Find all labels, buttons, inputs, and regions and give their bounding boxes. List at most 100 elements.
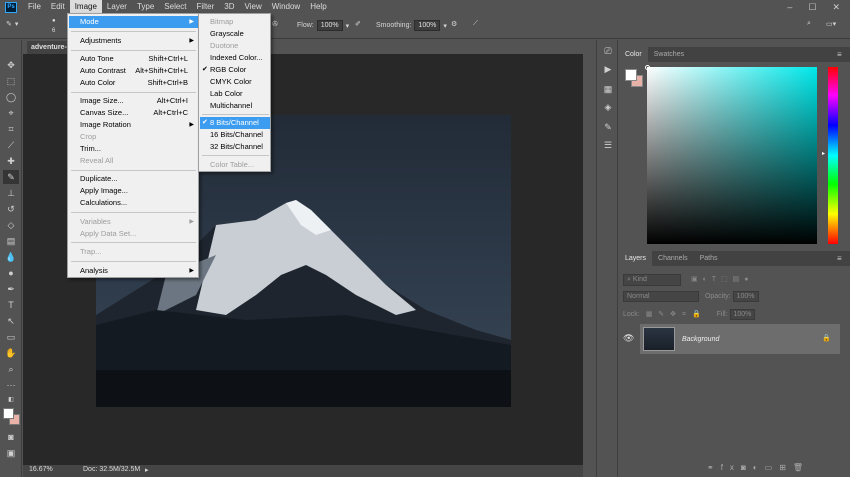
submenu-item-bitmap[interactable]: Bitmap	[200, 16, 270, 28]
zoom-level[interactable]: 16.67%	[29, 466, 53, 473]
adjustment-layer-icon[interactable]: ◐	[753, 463, 765, 472]
submenu-item-duotone[interactable]: Duotone	[200, 40, 270, 52]
brush-preset-picker[interactable]: ✎ ▾	[6, 20, 18, 28]
hue-slider-arrow[interactable]: ▸	[822, 150, 825, 157]
move-tool-icon[interactable]: ✥	[3, 58, 19, 72]
tab-swatches[interactable]: Swatches	[648, 47, 690, 62]
workspace-icon[interactable]: ▭▾	[826, 20, 836, 28]
menu-item-auto-color[interactable]: Auto Color Shift+Ctrl+B	[69, 77, 198, 89]
menu-item-crop[interactable]: Crop	[69, 131, 198, 143]
pen-tool-icon[interactable]: ✒	[3, 282, 19, 296]
path-select-tool-icon[interactable]: ↖	[3, 314, 19, 328]
chevron-down-icon[interactable]: ▾	[346, 22, 350, 30]
trash-icon[interactable]: 🗑	[793, 463, 810, 472]
layer-name[interactable]: Background	[682, 336, 719, 343]
smoothing-input[interactable]: 100%	[414, 20, 441, 31]
menu-item-trim[interactable]: Trim...	[69, 143, 198, 155]
submenu-item-cmyk-color[interactable]: CMYK Color	[200, 76, 270, 88]
menu-view[interactable]: View	[240, 0, 267, 14]
menu-item-apply-data-set[interactable]: Apply Data Set...	[69, 228, 198, 240]
lock-icons[interactable]: ▦✎✥⌗🔒	[646, 311, 707, 318]
menu-layer[interactable]: Layer	[102, 0, 132, 14]
chevron-right-icon[interactable]: ▸	[145, 466, 149, 474]
mask-icon[interactable]: ◙	[741, 463, 753, 472]
tab-paths[interactable]: Paths	[694, 251, 724, 266]
more-tools-icon[interactable]: ···	[3, 378, 19, 392]
chevron-down-icon[interactable]: ▾	[443, 22, 447, 30]
panel-foreground-swatch[interactable]	[625, 69, 637, 81]
submenu-item-rgb-color[interactable]: ✔ RGB Color	[200, 64, 270, 76]
fx-icon[interactable]: fx	[721, 463, 741, 472]
menu-type[interactable]: Type	[132, 0, 159, 14]
menu-item-image-rotation[interactable]: Image Rotation ▶	[69, 119, 198, 131]
maximize-button[interactable]: ☐	[808, 2, 816, 13]
menu-select[interactable]: Select	[159, 0, 191, 14]
crop-tool-icon[interactable]: ⌗	[3, 122, 19, 136]
eyedropper-tool-icon[interactable]: ⟋	[3, 138, 19, 152]
submenu-item-lab-color[interactable]: Lab Color	[200, 88, 270, 100]
menu-item-mode[interactable]: Mode ▶	[69, 16, 198, 28]
quick-mask-icon[interactable]: ◙	[3, 430, 19, 444]
menu-edit[interactable]: Edit	[46, 0, 70, 14]
layer-actions-bar[interactable]: ⚭fx◙◐▭⊞🗑	[707, 463, 810, 472]
properties-icon[interactable]: ▦	[601, 84, 615, 98]
menu-item-duplicate[interactable]: Duplicate...	[69, 173, 198, 185]
opacity-input[interactable]: 100%	[732, 291, 759, 302]
libraries-icon[interactable]: ◈	[601, 102, 615, 116]
tab-channels[interactable]: Channels	[652, 251, 694, 266]
link-icon[interactable]: ⚭	[707, 463, 721, 472]
default-colors-icon[interactable]: ◧	[3, 392, 19, 406]
foreground-color-swatch[interactable]	[3, 408, 14, 419]
gradient-tool-icon[interactable]: ▤	[3, 234, 19, 248]
brush-settings-icon[interactable]: ✎	[601, 122, 615, 136]
submenu-item-16-bits[interactable]: 16 Bits/Channel	[200, 129, 270, 141]
panel-menu-icon[interactable]: ≡	[837, 50, 842, 59]
play-actions-icon[interactable]: ▶	[601, 64, 615, 78]
submenu-item-indexed-color[interactable]: Indexed Color...	[200, 52, 270, 64]
menu-item-auto-tone[interactable]: Auto Tone Shift+Ctrl+L	[69, 53, 198, 65]
document-tab[interactable]: adventure-	[27, 41, 72, 54]
group-icon[interactable]: ▭	[765, 463, 780, 472]
airbrush-icon[interactable]: ✐	[355, 20, 361, 28]
blur-tool-icon[interactable]: 💧	[3, 250, 19, 264]
menu-window[interactable]: Window	[267, 0, 305, 14]
submenu-item-color-table[interactable]: Color Table...	[200, 159, 270, 171]
dodge-tool-icon[interactable]: ●	[3, 266, 19, 280]
menu-item-trap[interactable]: Trap...	[69, 246, 198, 258]
close-button[interactable]: ✕	[832, 2, 840, 13]
type-tool-icon[interactable]: T	[3, 298, 19, 312]
submenu-item-32-bits[interactable]: 32 Bits/Channel	[200, 141, 270, 153]
menu-image[interactable]: Image	[69, 0, 102, 14]
shape-tool-icon[interactable]: ▭	[3, 330, 19, 344]
airbrush-pressure-icon[interactable]: ✇	[272, 20, 278, 28]
zoom-tool-icon[interactable]: ⌕	[3, 362, 19, 376]
fill-input[interactable]: 100%	[729, 309, 756, 320]
menu-item-reveal-all[interactable]: Reveal All	[69, 155, 198, 167]
hand-tool-icon[interactable]: ✋	[3, 346, 19, 360]
search-icon[interactable]: ⌕	[807, 20, 811, 28]
eye-icon[interactable]: 👁	[623, 333, 634, 344]
symmetry-icon[interactable]: ⟋	[473, 20, 478, 28]
menu-item-image-size[interactable]: Image Size... Alt+Ctrl+I	[69, 95, 198, 107]
menu-item-analysis[interactable]: Analysis ▶	[69, 265, 198, 277]
marquee-tool-icon[interactable]: ⬚	[3, 74, 19, 88]
flow-input[interactable]: 100%	[316, 20, 343, 31]
brush-tool-icon[interactable]: ✎	[3, 170, 19, 184]
history-brush-tool-icon[interactable]: ↺	[3, 202, 19, 216]
layers-menu-icon[interactable]: ≡	[837, 254, 842, 263]
history-icon[interactable]: ⎚	[601, 46, 615, 60]
menu-3d[interactable]: 3D	[219, 0, 239, 14]
screen-mode-icon[interactable]: ▣	[3, 446, 19, 460]
minimize-button[interactable]: –	[787, 2, 792, 13]
kind-filter-select[interactable]: ⌕ Kind	[623, 274, 681, 286]
new-layer-icon[interactable]: ⊞	[779, 463, 793, 472]
menu-item-variables[interactable]: Variables ▶	[69, 216, 198, 228]
layer-thumbnail[interactable]	[643, 327, 675, 351]
blend-mode-select[interactable]: Normal	[623, 291, 699, 302]
filter-type-icons[interactable]: ▣◐T⬚▤●	[691, 276, 754, 283]
healing-tool-icon[interactable]: ✚	[3, 154, 19, 168]
color-picker-cursor[interactable]	[645, 65, 650, 70]
color-picker-field[interactable]	[647, 67, 817, 244]
tab-color[interactable]: Color	[619, 47, 648, 62]
menu-item-adjustments[interactable]: Adjustments ▶	[69, 35, 198, 47]
